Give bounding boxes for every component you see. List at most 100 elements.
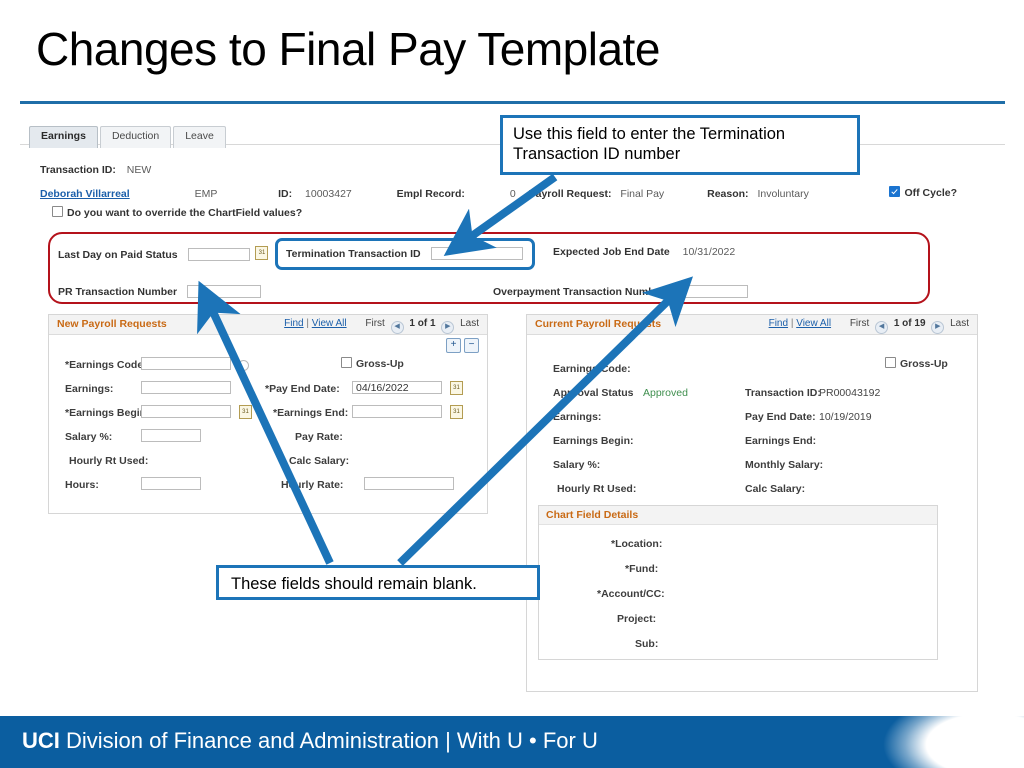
row-counter: 1 of 19 (893, 318, 926, 329)
id-label: ID: (278, 188, 293, 200)
footer-brand: UCI (22, 728, 60, 753)
row-counter: 1 of 1 (409, 318, 436, 329)
current-payroll-requests-header: Current Payroll Requests Find | View All… (527, 315, 977, 335)
current-payroll-requests-title: Current Payroll Requests (535, 318, 662, 330)
employee-name-link[interactable]: Deborah Villarreal (40, 188, 130, 200)
slide: Changes to Final Pay Template Earnings D… (0, 0, 1024, 768)
new-payroll-requests-title: New Payroll Requests (57, 318, 167, 330)
npr-hourly-rt-used-label: Hourly Rt Used: (69, 455, 149, 467)
calendar-icon[interactable]: 31 (239, 405, 252, 419)
tab-bar: Earnings Deduction Leave (29, 126, 226, 148)
last-label[interactable]: Last (460, 318, 479, 329)
next-arrow-icon[interactable]: ▶ (441, 321, 455, 334)
gross-up-checkbox[interactable] (341, 357, 352, 368)
find-link[interactable]: Find (769, 318, 788, 329)
row-add-remove-buttons: + − (443, 338, 479, 353)
npr-hourly-rate-label: Hourly Rate: (281, 479, 344, 491)
npr-earnings-input[interactable] (141, 381, 231, 394)
npr-earnings-code-label: *Earnings Code: (65, 359, 147, 371)
new-payroll-requests-panel: New Payroll Requests Find | View All Fir… (48, 314, 488, 514)
npr-earnings-code-input[interactable] (141, 357, 231, 370)
overpayment-transaction-number-label: Overpayment Transaction Number (493, 286, 665, 298)
npr-earnings-begin-input[interactable] (141, 405, 231, 418)
termination-transaction-id-input[interactable] (430, 247, 523, 260)
npr-hours-input[interactable] (141, 477, 201, 490)
gross-up-label: Gross-Up (356, 358, 404, 370)
callout-blank-fields-instruction: These fields should remain blank. (216, 565, 540, 600)
npr-salary-pct-input[interactable] (141, 429, 201, 442)
add-row-button[interactable]: + (446, 338, 461, 353)
current-payroll-requests-nav: Find | View All First ◀ 1 of 19 ▶ Last (769, 318, 969, 334)
pr-transaction-number-field: PR Transaction Number (58, 285, 261, 298)
last-label[interactable]: Last (950, 318, 969, 329)
first-label[interactable]: First (365, 318, 384, 329)
footer-tagline: Division of Finance and Administration |… (59, 728, 598, 753)
npr-pay-end-date-input[interactable]: 04/16/2022 (352, 381, 442, 394)
cfd-account-cc-label: *Account/CC: (597, 588, 665, 600)
cpr-earnings-code-label: Earnings Code: (553, 363, 631, 375)
npr-hours-label: Hours: (65, 479, 99, 491)
last-day-paid-status-input[interactable] (187, 248, 250, 261)
cpr-transaction-id-label: Transaction ID: (745, 387, 821, 399)
reason-value: Involuntary (757, 188, 809, 200)
termination-transaction-id-field: Termination Transaction ID (286, 247, 523, 260)
overpayment-transaction-number-input[interactable] (674, 285, 749, 298)
pr-transaction-number-input[interactable] (186, 285, 261, 298)
find-link[interactable]: Find (284, 318, 303, 329)
override-chartfield-checkbox[interactable] (52, 206, 63, 217)
cfd-fund-label: *Fund: (625, 563, 659, 575)
cpr-transaction-id-value: PR00043192 (819, 387, 881, 399)
gross-up-checkbox[interactable] (885, 357, 896, 368)
callout-termination-instruction: Use this field to enter the Termination … (500, 115, 860, 175)
npr-earnings-end-label: *Earnings End: (273, 407, 349, 419)
termination-transaction-id-label: Termination Transaction ID (286, 248, 421, 260)
calendar-icon[interactable]: 31 (450, 405, 463, 419)
cpr-pay-end-date-value: 10/19/2019 (819, 411, 872, 423)
npr-pay-rate-label: Pay Rate: (295, 431, 343, 443)
cfd-sub-label: Sub: (635, 638, 659, 650)
employee-type: EMP (194, 188, 218, 200)
off-cycle-label: Off Cycle? (904, 187, 957, 199)
chart-field-details-panel: Chart Field Details *Location: *Fund: *A… (538, 505, 938, 660)
chart-field-details-title: Chart Field Details (546, 509, 639, 521)
next-arrow-icon[interactable]: ▶ (931, 321, 945, 334)
reason-label: Reason: (707, 188, 749, 200)
npr-gross-up-field[interactable]: Gross-Up (341, 357, 404, 370)
prev-arrow-icon[interactable]: ◀ (875, 321, 889, 334)
off-cycle-checkbox[interactable] (889, 186, 901, 197)
view-all-link[interactable]: View All (312, 318, 347, 329)
new-payroll-requests-header: New Payroll Requests Find | View All Fir… (49, 315, 487, 335)
view-all-link[interactable]: View All (796, 318, 831, 329)
overpayment-transaction-number-field: Overpayment Transaction Number (493, 285, 749, 298)
override-chartfield-field[interactable]: Do you want to override the ChartField v… (52, 206, 302, 219)
peoplesoft-form-screenshot: Earnings Deduction Leave Transaction ID:… (20, 118, 1005, 693)
cfd-location-label: *Location: (611, 538, 663, 550)
chart-field-details-header: Chart Field Details (539, 506, 937, 525)
npr-earnings-end-input[interactable] (352, 405, 442, 418)
tab-deduction[interactable]: Deduction (99, 126, 172, 148)
empl-record-label: Empl Record: (396, 188, 465, 200)
lookup-icon[interactable] (238, 360, 249, 371)
tab-earnings[interactable]: Earnings (29, 126, 98, 148)
prev-arrow-icon[interactable]: ◀ (390, 321, 404, 334)
transaction-id-row: Transaction ID: NEW (40, 164, 151, 176)
calendar-icon[interactable]: 31 (255, 246, 269, 260)
cpr-monthly-salary-label: Monthly Salary: (745, 459, 824, 471)
npr-salary-pct-label: Salary %: (65, 431, 113, 443)
tab-leave[interactable]: Leave (173, 126, 226, 148)
first-label[interactable]: First (850, 318, 869, 329)
cpr-earnings-label: Earnings: (553, 411, 602, 423)
remove-row-button[interactable]: − (464, 338, 479, 353)
cpr-approval-status-label: Approval Status (553, 387, 634, 399)
new-payroll-requests-nav: Find | View All First ◀ 1 of 1 ▶ Last (284, 318, 479, 334)
employee-info-row: Deborah Villarreal EMP ID: 10003427 Empl… (40, 188, 990, 200)
npr-pay-end-date-label: *Pay End Date: (265, 383, 340, 395)
cpr-earnings-begin-label: Earnings Begin: (553, 435, 634, 447)
npr-hourly-rate-input[interactable] (364, 477, 454, 490)
cpr-gross-up-field[interactable]: Gross-Up (885, 357, 948, 370)
off-cycle-field[interactable]: Off Cycle? (889, 186, 957, 199)
calendar-icon[interactable]: 31 (450, 381, 463, 395)
transaction-id-label: Transaction ID: (40, 164, 116, 176)
override-chartfield-label: Do you want to override the ChartField v… (67, 207, 303, 219)
cpr-earnings-end-label: Earnings End: (745, 435, 817, 447)
